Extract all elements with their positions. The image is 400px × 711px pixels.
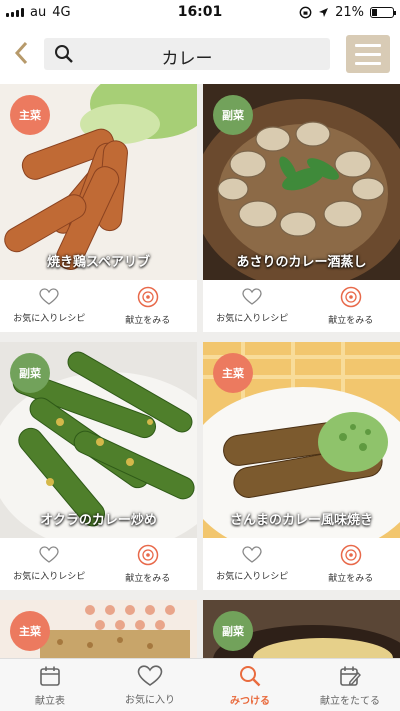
heart-icon	[39, 288, 59, 305]
recipe-title: オクラのカレー炒め	[40, 513, 157, 528]
recipe-title: あさりのカレー酒蒸し	[236, 255, 367, 270]
view-menu-label: 献立をみる	[125, 316, 171, 326]
search-query: カレー	[161, 49, 213, 69]
recipe-card[interactable]: 主菜 焼き鶏スペアリブ お気に入りレシピ 献立をみる	[0, 84, 197, 332]
back-button[interactable]	[10, 38, 32, 68]
main-dish-badge: 主菜	[10, 95, 50, 135]
chevron-left-icon	[14, 41, 28, 65]
search-input[interactable]: カレー	[44, 38, 330, 70]
view-menu-label: 献立をみる	[328, 574, 374, 584]
main-dish-badge: 主菜	[10, 611, 50, 651]
flower-icon	[340, 544, 361, 566]
tab-label: 献立表	[35, 695, 65, 707]
favorite-button[interactable]: お気に入りレシピ	[203, 280, 302, 332]
menu-button[interactable]	[346, 35, 390, 73]
favorite-button[interactable]: お気に入りレシピ	[0, 538, 99, 590]
side-dish-badge: 副菜	[213, 95, 253, 135]
calendar-icon	[40, 666, 60, 686]
flower-icon	[137, 544, 158, 566]
heart-icon	[242, 288, 262, 305]
view-menu-label: 献立をみる	[328, 316, 374, 326]
heart-icon	[137, 664, 163, 686]
recipe-card[interactable]: 主菜 さんまのカレー風味焼き お気に入りレシピ 献立をみる	[203, 342, 400, 590]
recipe-photo[interactable]: 主菜 さんまのカレー風味焼き	[203, 342, 400, 538]
recipe-photo[interactable]: 副菜 あさりのカレー酒蒸し	[203, 84, 400, 280]
tab-favorites[interactable]: お気に入り	[100, 659, 200, 711]
search-header: カレー	[0, 24, 400, 84]
tab-label: お気に入り	[125, 694, 175, 706]
view-menu-button[interactable]: 献立をみる	[302, 538, 400, 590]
recipe-title: さんまのカレー風味焼き	[229, 513, 373, 528]
favorite-button[interactable]: お気に入りレシピ	[203, 538, 302, 590]
recipe-title: 焼き鶏スペアリブ	[46, 255, 151, 270]
recipe-photo[interactable]: 副菜 オクラのカレー炒め	[0, 342, 197, 538]
view-menu-button[interactable]: 献立をみる	[99, 538, 198, 590]
tab-menu-calendar[interactable]: 献立表	[0, 659, 100, 711]
tab-plan-menu[interactable]: 献立をたてる	[300, 659, 400, 711]
tab-discover[interactable]: みつける	[200, 659, 300, 711]
side-dish-badge: 副菜	[213, 611, 253, 651]
tab-bar: 献立表 お気に入り みつける 献立をたてる	[0, 658, 400, 711]
recipe-card[interactable]: 主菜	[0, 600, 197, 658]
view-menu-label: 献立をみる	[125, 574, 171, 584]
recipe-card[interactable]: 副菜 オクラのカレー炒め お気に入りレシピ 献立をみる	[0, 342, 197, 590]
flower-icon	[137, 286, 158, 308]
view-menu-button[interactable]: 献立をみる	[302, 280, 400, 332]
status-bar: au 4G 16:01 21%	[0, 0, 400, 24]
favorite-label: お気に入りレシピ	[13, 314, 86, 324]
recipe-grid: 主菜 焼き鶏スペアリブ お気に入りレシピ 献立をみる 副菜 あさりのカレー酒蒸し…	[0, 84, 400, 658]
favorite-label: お気に入りレシピ	[216, 572, 289, 582]
favorite-label: お気に入りレシピ	[216, 314, 289, 324]
favorite-label: お気に入りレシピ	[13, 572, 86, 582]
tab-label: 献立をたてる	[320, 695, 380, 707]
recipe-photo[interactable]: 主菜 焼き鶏スペアリブ	[0, 84, 197, 280]
battery-percent: 21%	[335, 4, 364, 20]
rotation-lock-icon	[299, 6, 312, 18]
side-dish-badge: 副菜	[10, 353, 50, 393]
favorite-button[interactable]: お気に入りレシピ	[0, 280, 99, 332]
recipe-photo[interactable]: 主菜	[0, 600, 197, 658]
location-icon	[319, 7, 329, 17]
heart-icon	[39, 546, 59, 563]
main-dish-badge: 主菜	[213, 353, 253, 393]
tab-label: みつける	[230, 695, 270, 707]
search-icon	[240, 665, 261, 686]
flower-icon	[340, 286, 361, 308]
recipe-card[interactable]: 副菜 あさりのカレー酒蒸し お気に入りレシピ 献立をみる	[203, 84, 400, 332]
recipe-photo[interactable]: 副菜	[203, 600, 400, 658]
edit-calendar-icon	[340, 666, 361, 686]
battery-icon	[370, 6, 396, 18]
recipe-card[interactable]: 副菜	[203, 600, 400, 658]
view-menu-button[interactable]: 献立をみる	[99, 280, 198, 332]
heart-icon	[242, 546, 262, 563]
